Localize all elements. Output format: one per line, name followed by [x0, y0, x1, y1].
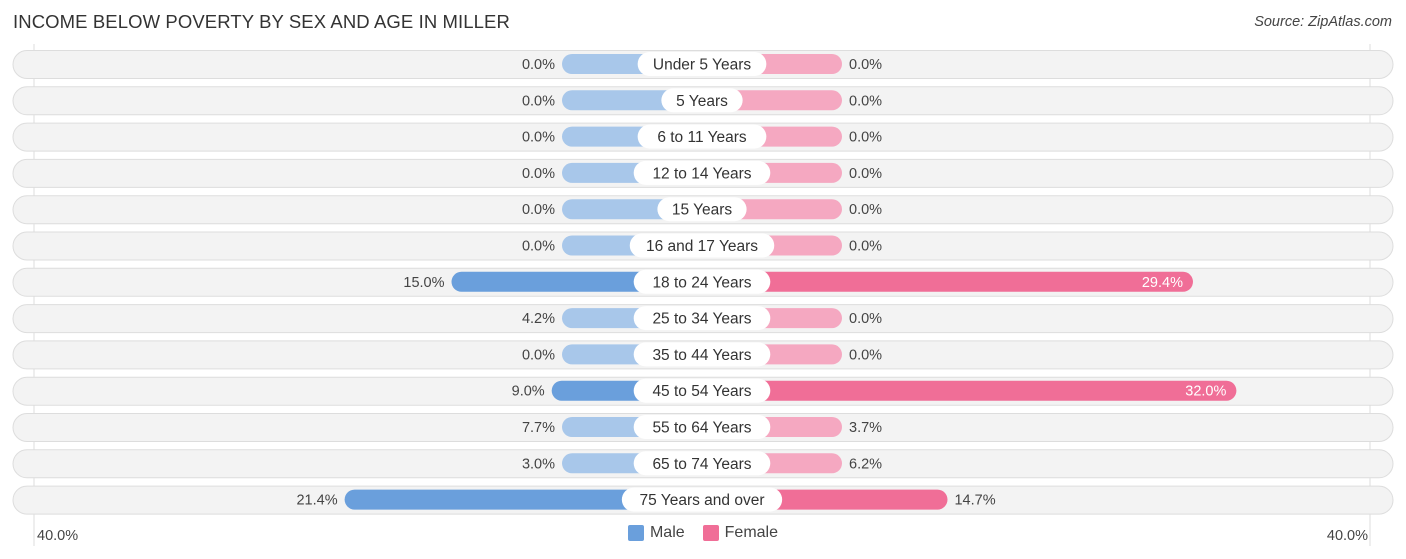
category-label: 55 to 64 Years [652, 420, 751, 437]
male-value-label: 0.0% [522, 347, 555, 363]
legend-label-male: Male [649, 524, 685, 541]
male-value-label: 0.0% [522, 166, 555, 182]
male-value-label: 21.4% [296, 493, 337, 509]
female-value-label: 0.0% [849, 57, 882, 73]
category-label: 25 to 34 Years [652, 311, 751, 328]
male-value-label: 9.0% [512, 384, 545, 400]
female-value-label: 0.0% [849, 202, 882, 218]
female-value-label: 29.4% [1142, 275, 1183, 291]
female-value-label: 14.7% [954, 493, 995, 509]
category-label: Under 5 Years [653, 57, 751, 74]
legend-item-female: Female [702, 524, 779, 542]
female-value-label: 0.0% [849, 347, 882, 363]
chart-area: 0.0% 0.0% Under 5 Years 0.0% 0.0% 5 Years 0.0%… [12, 44, 1394, 546]
legend-item-male: Male [627, 524, 685, 542]
category-label: 35 to 44 Years [652, 347, 751, 364]
category-label: 16 and 17 Years [646, 238, 758, 255]
female-value-label: 6.2% [849, 456, 882, 472]
male-value-label: 0.0% [522, 57, 555, 73]
female-value-label: 0.0% [849, 93, 882, 109]
legend-swatch-male [627, 525, 644, 541]
female-bar [702, 380, 1237, 401]
category-label: 12 to 14 Years [652, 165, 751, 182]
female-value-label: 32.0% [1185, 384, 1226, 400]
male-value-label: 4.2% [522, 311, 555, 327]
legend-swatch-female [702, 525, 719, 541]
male-value-label: 15.0% [403, 275, 444, 291]
category-label: 5 Years [676, 93, 728, 110]
female-value-label: 0.0% [849, 166, 882, 182]
legend: Male Female [0, 524, 1406, 542]
male-value-label: 0.0% [522, 239, 555, 255]
category-label: 18 to 24 Years [652, 274, 751, 291]
female-value-label: 0.0% [849, 311, 882, 327]
female-bar [702, 271, 1193, 292]
male-value-label: 0.0% [522, 202, 555, 218]
female-value-label: 0.0% [849, 239, 882, 255]
legend-label-female: Female [724, 524, 779, 541]
female-value-label: 0.0% [849, 130, 882, 146]
category-label: 45 to 54 Years [652, 383, 751, 400]
category-label: 6 to 11 Years [657, 129, 747, 146]
male-value-label: 0.0% [522, 93, 555, 109]
category-label: 75 Years and over [640, 492, 765, 509]
male-value-label: 3.0% [522, 456, 555, 472]
female-value-label: 3.7% [849, 420, 882, 436]
category-label: 15 Years [672, 202, 733, 219]
category-label: 65 to 74 Years [652, 456, 751, 473]
male-value-label: 0.0% [522, 130, 555, 146]
male-value-label: 7.7% [522, 420, 555, 436]
